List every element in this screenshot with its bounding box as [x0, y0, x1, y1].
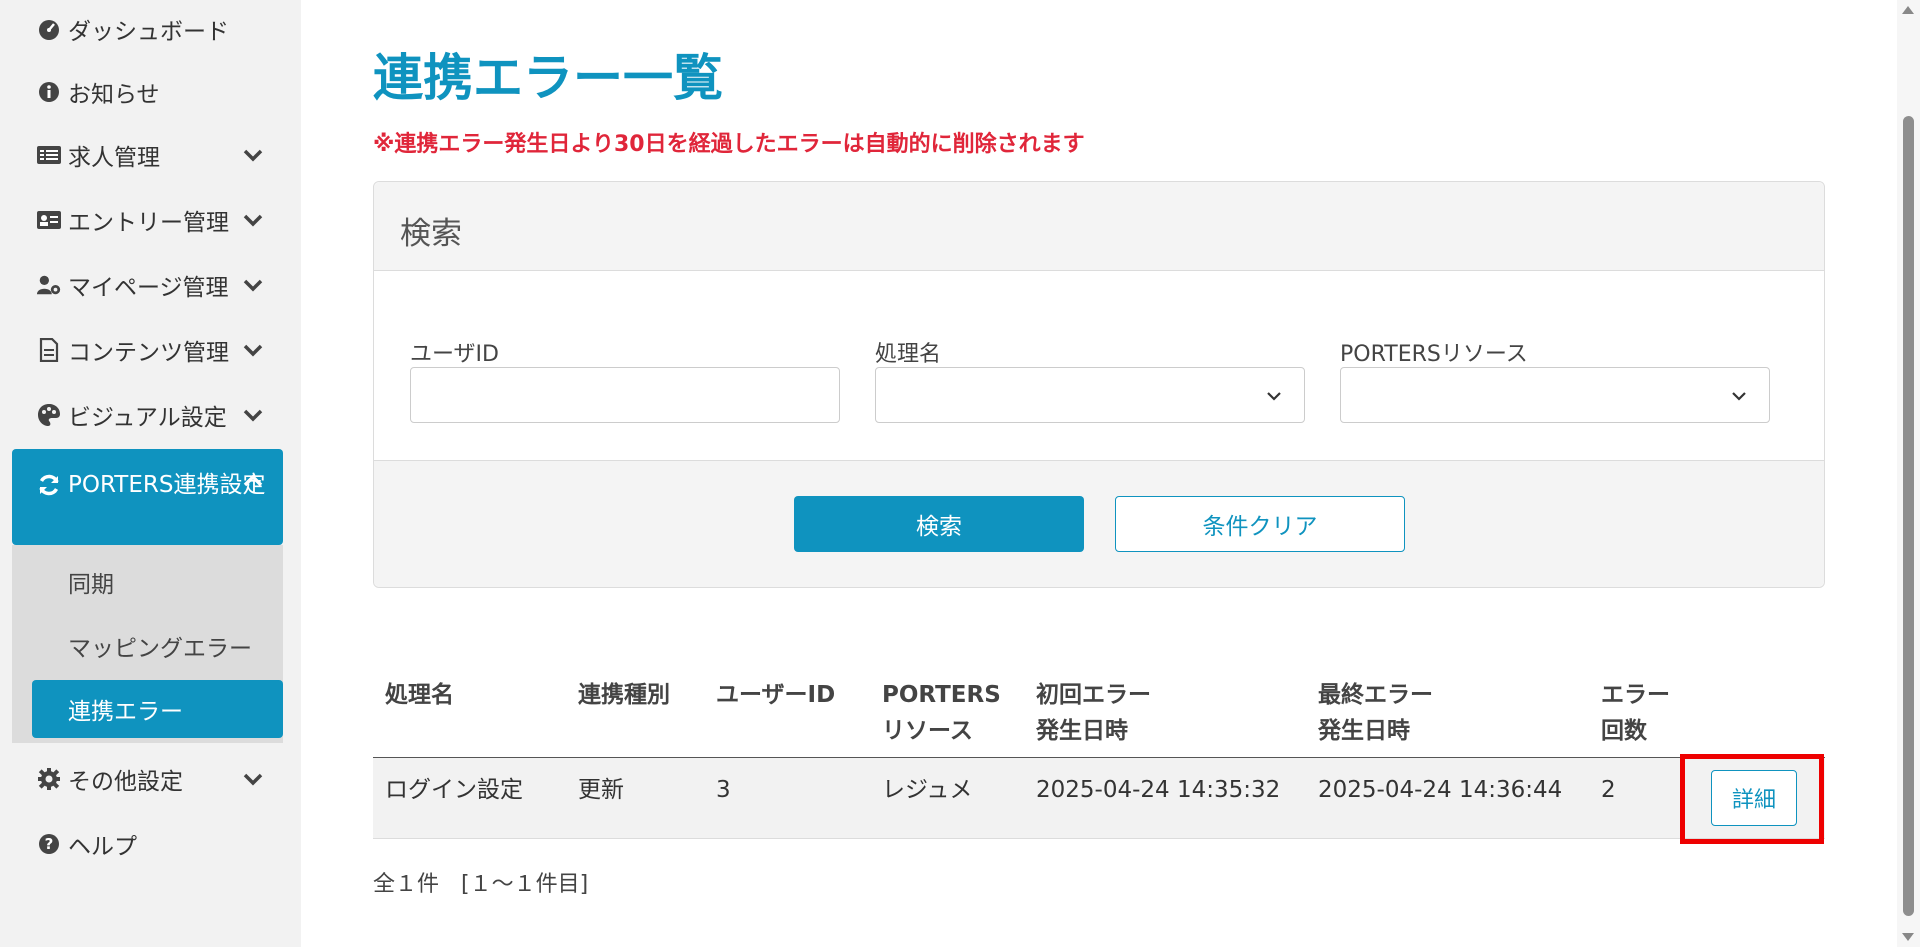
cell-user-id: 3 [716, 777, 731, 803]
search-button[interactable]: 検索 [794, 496, 1084, 552]
chevron-down-icon [243, 214, 263, 227]
submenu-label: 連携エラー [68, 699, 183, 725]
sidebar-item-help[interactable]: ? ヘルプ [12, 815, 283, 873]
page-title: 連携エラー一覧 [373, 49, 723, 107]
submenu-label: マッピングエラー [68, 636, 252, 662]
header-first-error: 初回エラー 発生日時 [1036, 677, 1151, 749]
user-id-input[interactable] [411, 368, 839, 422]
list-icon [36, 142, 62, 168]
sidebar-item-label: ダッシュボード [68, 19, 229, 45]
svg-text:?: ? [45, 835, 54, 853]
scroll-up-arrow-icon[interactable] [1902, 6, 1914, 14]
header-line: PORTERS [882, 682, 1001, 708]
question-icon: ? [36, 831, 62, 857]
chevron-down-icon [1267, 392, 1281, 401]
sidebar-item-mypage[interactable]: マイページ管理 [12, 256, 283, 314]
chevron-down-icon [243, 409, 263, 422]
user-id-label: ユーザID [410, 342, 499, 367]
header-line: 発生日時 [1036, 718, 1128, 744]
cell-first-error: 2025-04-24 14:35:32 [1036, 777, 1281, 803]
submenu-item-link-error[interactable]: 連携エラー [32, 680, 283, 738]
sidebar-item-entry[interactable]: エントリー管理 [12, 191, 283, 249]
cell-error-count: 2 [1601, 777, 1616, 803]
sidebar-item-other-settings[interactable]: その他設定 [12, 750, 283, 808]
sidebar-item-jobs[interactable]: 求人管理 [12, 126, 283, 184]
sidebar-item-label: マイページ管理 [68, 275, 229, 301]
header-type: 連携種別 [578, 682, 670, 708]
porters-resource-label: PORTERSリソース [1340, 342, 1528, 367]
header-line: 回数 [1601, 718, 1647, 744]
sidebar-item-label: ビジュアル設定 [68, 405, 227, 431]
result-count: 全１件 [１〜１件目] [373, 872, 589, 897]
search-card: 検索 ユーザID 処理名 PORTERSリソース 検索 条件クリア [373, 181, 1825, 588]
chevron-down-icon [243, 344, 263, 357]
user-id-field[interactable] [410, 367, 840, 423]
palette-icon [36, 402, 62, 428]
header-line: 最終エラー [1318, 682, 1433, 708]
highlight-box [1680, 754, 1824, 844]
header-error-count: エラー 回数 [1601, 677, 1670, 749]
header-line: 初回エラー [1036, 682, 1151, 708]
submenu-item-sync[interactable]: 同期 [32, 553, 283, 611]
cell-type: 更新 [578, 777, 624, 803]
info-icon [36, 79, 62, 105]
chevron-down-icon [1732, 392, 1746, 401]
search-card-header: 検索 [374, 182, 1824, 271]
sidebar-item-contents[interactable]: コンテンツ管理 [12, 321, 283, 379]
id-card-icon [36, 207, 62, 233]
chevron-down-icon [243, 279, 263, 292]
header-resource: PORTERS リソース [882, 677, 1001, 749]
scrollbar-thumb[interactable] [1903, 116, 1914, 916]
header-process: 処理名 [385, 682, 454, 708]
scroll-down-arrow-icon[interactable] [1902, 933, 1914, 941]
auto-delete-notice: ※連携エラー発生日より30日を経過したエラーは自動的に削除されます [373, 132, 1085, 157]
gauge-icon [36, 16, 62, 42]
chevron-down-icon [243, 149, 263, 162]
chevron-up-icon [243, 474, 263, 487]
submenu-item-mapping-error[interactable]: マッピングエラー [32, 617, 283, 675]
document-icon [36, 337, 62, 363]
porters-resource-select[interactable] [1340, 367, 1770, 423]
sidebar-item-label: コンテンツ管理 [68, 340, 229, 366]
process-name-label: 処理名 [875, 342, 942, 367]
clear-conditions-button[interactable]: 条件クリア [1115, 496, 1405, 552]
search-card-title: 検索 [400, 216, 462, 252]
scrollbar[interactable] [1897, 0, 1920, 947]
header-line: リソース [882, 718, 973, 744]
sidebar-item-label: ヘルプ [68, 834, 137, 860]
user-gear-icon [36, 272, 62, 298]
submenu-label: 同期 [68, 572, 114, 598]
process-name-select[interactable] [875, 367, 1305, 423]
table-row: ログイン設定 更新 3 レジュメ 2025-04-24 14:35:32 202… [373, 758, 1825, 839]
cell-last-error: 2025-04-24 14:36:44 [1318, 777, 1563, 803]
table-header: 処理名 連携種別 ユーザーID PORTERS リソース 初回エラー 発生日時 … [373, 667, 1825, 759]
sync-icon [36, 472, 62, 498]
cell-resource: レジュメ [882, 777, 973, 803]
sidebar-item-dashboard[interactable]: ダッシュボード [12, 0, 283, 58]
sidebar-item-news[interactable]: お知らせ [12, 63, 283, 121]
header-last-error: 最終エラー 発生日時 [1318, 677, 1433, 749]
header-line: 発生日時 [1318, 718, 1410, 744]
sidebar-item-label: その他設定 [68, 769, 183, 795]
gear-icon [36, 766, 62, 792]
porters-submenu: 同期 マッピングエラー 連携エラー [12, 545, 283, 743]
sidebar-item-visual[interactable]: ビジュアル設定 [12, 386, 283, 444]
header-line: エラー [1601, 682, 1670, 708]
cell-process: ログイン設定 [385, 777, 523, 803]
sidebar-item-label: お知らせ [68, 82, 160, 108]
header-user-id: ユーザーID [716, 682, 836, 708]
chevron-down-icon [243, 773, 263, 786]
sidebar-item-label: エントリー管理 [68, 210, 229, 236]
sidebar-item-label: 求人管理 [68, 145, 160, 171]
search-card-footer [374, 460, 1824, 587]
sidebar-item-porters[interactable]: PORTERS連携設定 [12, 449, 283, 545]
